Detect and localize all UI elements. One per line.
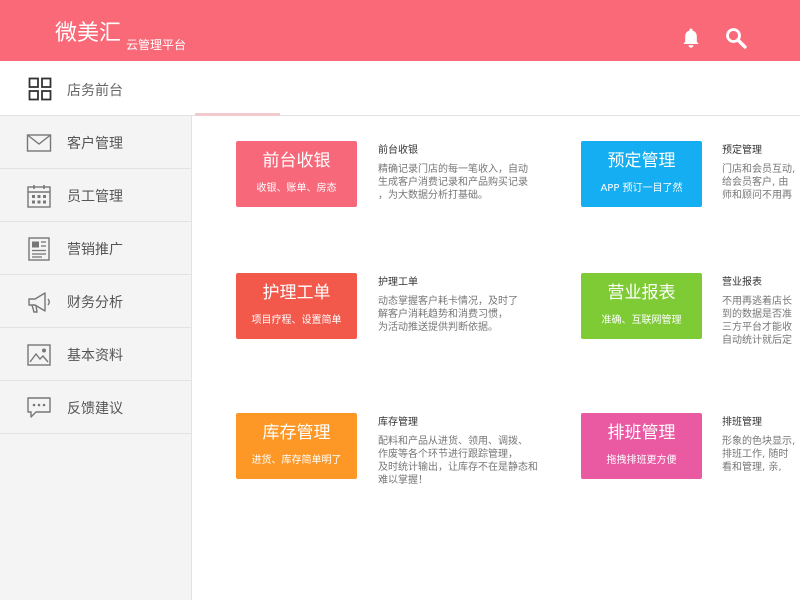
desc-body: 精确记录门店的每一笔收入，自动 生成客户消费记录和产品购买记录 ，为大数据分析打… <box>378 164 528 201</box>
top-nav-bar: 店务前台 <box>0 61 800 116</box>
sidebar-item-customers[interactable]: 客户管理 <box>0 116 191 169</box>
desc-body: 形象的色块显示, 排班工作, 随时 看和管理, 亲, <box>722 436 796 473</box>
card-subtitle: 准确、互联网管理 <box>601 315 682 326</box>
desc-title: 排班管理 <box>722 417 762 428</box>
sidebar-item-basic-info[interactable]: 基本资料 <box>0 328 191 381</box>
desc-body: 不用再逃着店长 到的数据是否准 三方平台才能收 自动统计就后定 <box>722 296 792 346</box>
nav-store-front[interactable]: 店务前台 <box>67 80 123 100</box>
sidebar-item-label: 反馈建议 <box>67 401 123 417</box>
card-title: 预定管理 <box>607 151 676 171</box>
card-title: 营业报表 <box>607 283 676 303</box>
module-card-care-order[interactable]: 护理工单 项目疗程、设置简单 <box>236 273 357 339</box>
card-subtitle: 拖拽排班更方便 <box>606 455 677 466</box>
module-card-scheduling[interactable]: 排班管理 拖拽排班更方便 <box>581 413 702 479</box>
card-title: 排班管理 <box>607 423 676 443</box>
module-desc-reports: 营业报表 不用再逃着店长 到的数据是否准 三方平台才能收 自动统计就后定 <box>722 276 800 347</box>
card-subtitle: 进货、库存简单明了 <box>251 455 342 466</box>
bell-icon[interactable] <box>679 26 703 50</box>
search-icon[interactable] <box>724 26 748 50</box>
module-desc-booking: 预定管理 门店和会员互动, 给会员客户, 由 师和顾问不用再 <box>722 144 800 202</box>
grid-icon[interactable] <box>28 77 52 101</box>
image-icon <box>27 344 51 366</box>
brand-subtitle: 云管理平台 <box>126 38 187 52</box>
desc-title: 库存管理 <box>378 417 418 428</box>
module-card-cashier[interactable]: 前台收银 收银、账单、房态 <box>236 141 357 207</box>
megaphone-icon <box>28 292 50 313</box>
module-card-reports[interactable]: 营业报表 准确、互联网管理 <box>581 273 702 339</box>
card-title: 护理工单 <box>262 283 331 303</box>
app-header: 微美汇 云管理平台 <box>0 0 800 61</box>
desc-title: 营业报表 <box>722 277 762 288</box>
module-desc-cashier: 前台收银 精确记录门店的每一笔收入，自动 生成客户消费记录和产品购买记录 ，为大… <box>378 144 553 202</box>
desc-title: 护理工单 <box>378 277 418 288</box>
desc-body: 配料和产品从进货、领用、调拨、 作废等各个环节进行跟踪管理， 及时统计输出，让库… <box>378 436 538 486</box>
mail-icon <box>26 134 52 152</box>
card-title: 前台收银 <box>262 151 331 171</box>
module-desc-scheduling: 排班管理 形象的色块显示, 排班工作, 随时 看和管理, 亲, <box>722 416 800 474</box>
sidebar-item-label: 财务分析 <box>67 295 123 311</box>
desc-title: 预定管理 <box>722 145 762 156</box>
module-desc-care-order: 护理工单 动态掌握客户耗卡情况，及时了 解客户消耗趋势和消费习惯， 为活动推送提… <box>378 276 553 334</box>
sidebar-item-label: 员工管理 <box>67 189 123 205</box>
card-subtitle: 收银、账单、房态 <box>256 183 337 194</box>
newspaper-icon <box>28 237 50 261</box>
card-title: 库存管理 <box>262 423 331 443</box>
sidebar-item-label: 基本资料 <box>67 348 123 364</box>
sidebar-item-finance[interactable]: 财务分析 <box>0 275 191 328</box>
module-desc-inventory: 库存管理 配料和产品从进货、领用、调拨、 作废等各个环节进行跟踪管理， 及时统计… <box>378 416 558 487</box>
desc-body: 门店和会员互动, 给会员客户, 由 师和顾问不用再 <box>722 164 796 201</box>
sidebar-item-label: 客户管理 <box>67 136 123 152</box>
sidebar-item-marketing[interactable]: 营销推广 <box>0 222 191 275</box>
calendar-icon <box>27 185 51 208</box>
desc-title: 前台收银 <box>378 145 418 156</box>
brand-logo[interactable]: 微美汇 <box>55 22 121 46</box>
module-card-booking[interactable]: 预定管理 APP 预订一目了然 <box>581 141 702 207</box>
sidebar: 客户管理 员工管理 营销推广 财务分析 基本资料 反馈建议 <box>0 116 192 600</box>
active-tab-indicator <box>195 113 280 116</box>
chat-bubble-icon <box>27 397 51 418</box>
sidebar-item-staff[interactable]: 员工管理 <box>0 169 191 222</box>
sidebar-item-label: 营销推广 <box>67 242 123 258</box>
desc-body: 动态掌握客户耗卡情况，及时了 解客户消耗趋势和消费习惯， 为活动推送提供判断依据… <box>378 296 518 333</box>
card-subtitle: 项目疗程、设置简单 <box>251 315 342 326</box>
sidebar-item-feedback[interactable]: 反馈建议 <box>0 381 191 434</box>
module-card-inventory[interactable]: 库存管理 进货、库存简单明了 <box>236 413 357 479</box>
card-subtitle: APP 预订一目了然 <box>600 183 683 194</box>
